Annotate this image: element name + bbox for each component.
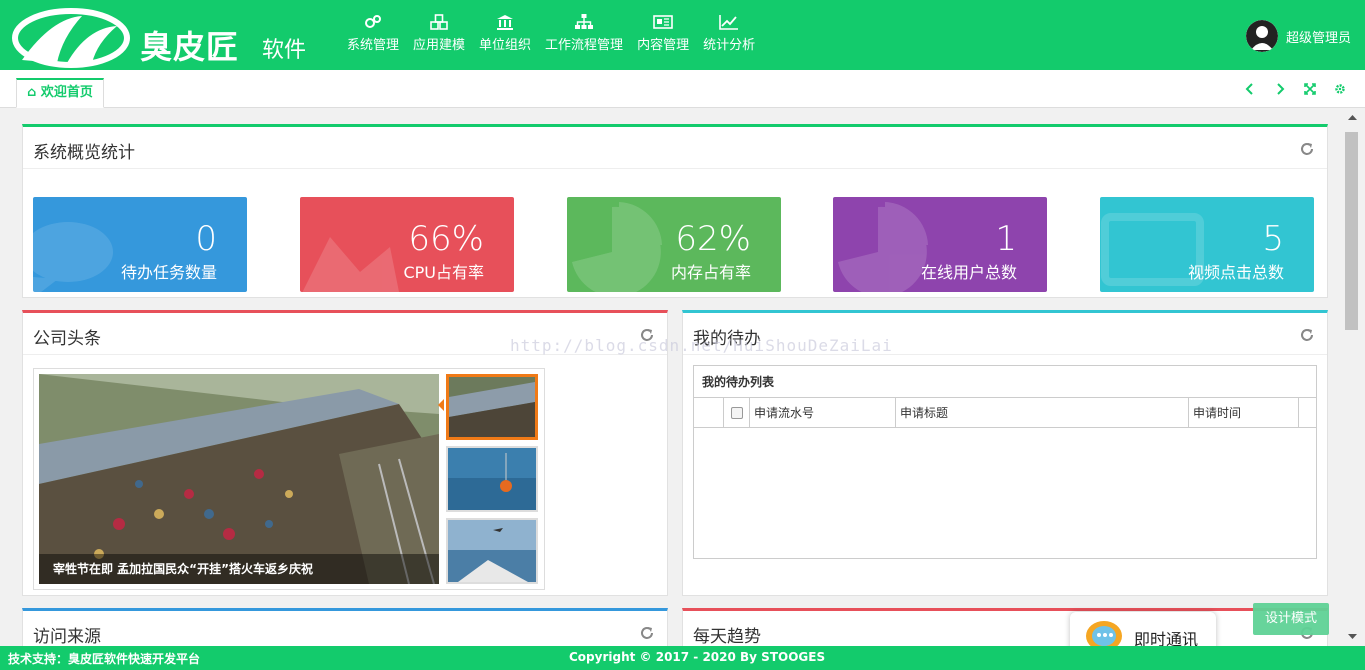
stat-value: 66% — [408, 219, 484, 259]
tab-tools — [1235, 82, 1355, 96]
panel-header: 系统概览统计 — [23, 127, 1327, 169]
line-chart-icon — [719, 15, 739, 30]
comments-icon — [33, 222, 113, 292]
scrollbar-thumb[interactable] — [1345, 132, 1358, 330]
nav-app-modeling[interactable]: 应用建模 — [406, 14, 472, 64]
stat-label: 待办任务数量 — [120, 263, 217, 282]
nav-content-management[interactable]: 内容管理 — [630, 14, 696, 64]
news-thumbnail[interactable] — [446, 446, 538, 512]
footer: 技术支持：臭皮匠软件快速开发平台 Copyright © 2017 - 2020… — [0, 646, 1365, 670]
main-nav: 系统管理 应用建模 单位组织 工作流程管理 内容管理 统计分析 — [340, 14, 762, 64]
nav-label: 单位组织 — [479, 38, 532, 53]
footer-support-text: 技术支持：臭皮匠软件快速开发平台 — [8, 652, 201, 666]
tab-home[interactable]: ⌂ 欢迎首页 — [16, 78, 104, 108]
watermark: http://blog.csdn.net/HuiShouDeZaiLai — [510, 336, 893, 355]
row-number-header — [694, 398, 724, 427]
stat-value: 62% — [675, 219, 751, 259]
scroll-down-icon[interactable] — [1340, 630, 1365, 644]
stat-label: CPU占有率 — [403, 263, 484, 282]
panel-header: 访问来源 — [23, 611, 667, 646]
todo-table: 我的待办列表 申请流水号 申请标题 申请时间 — [693, 365, 1317, 559]
user-name: 超级管理员 — [1285, 30, 1351, 46]
stat-label: 内存占有率 — [670, 263, 751, 282]
column-header[interactable]: 申请时间 — [1189, 398, 1299, 427]
nav-label: 统计分析 — [703, 38, 756, 53]
area-chart-icon — [302, 237, 399, 292]
newspaper-icon — [653, 15, 673, 29]
nav-organization[interactable]: 单位组织 — [472, 14, 538, 64]
home-icon: ⌂ — [27, 85, 37, 100]
panel-title: 公司头条 — [33, 329, 101, 349]
column-spacer — [1299, 398, 1316, 427]
nav-workflow-management[interactable]: 工作流程管理 — [538, 14, 630, 64]
active-indicator — [438, 399, 444, 411]
news-thumbnail[interactable] — [446, 518, 538, 584]
fullscreen-button[interactable] — [1295, 82, 1325, 96]
news-caption: 宰牲节在即 孟加拉国民众“开挂”搭火车返乡庆祝 — [39, 554, 439, 584]
brand-name: 臭皮匠 — [140, 28, 240, 66]
vertical-scrollbar[interactable] — [1340, 108, 1365, 646]
scroll-up-icon[interactable] — [1340, 110, 1365, 124]
gear-icon — [1335, 84, 1345, 94]
design-mode-button[interactable]: 设计模式 — [1253, 603, 1329, 635]
stat-value: 0 — [195, 219, 217, 259]
pie-chart-icon — [572, 202, 662, 292]
chevron-right-icon — [1277, 83, 1285, 95]
refresh-icon[interactable] — [1299, 327, 1315, 343]
stat-label: 在线用户总数 — [920, 263, 1017, 282]
chevron-left-icon — [1245, 83, 1253, 95]
visits-panel: 访问来源 — [22, 608, 668, 646]
news-thumbnails — [446, 374, 538, 590]
panel-header: 每天趋势 — [683, 611, 1327, 646]
tab-bar: ⌂ 欢迎首页 — [0, 70, 1365, 108]
gears-icon — [365, 15, 381, 28]
column-header[interactable]: 申请标题 — [896, 398, 1189, 427]
news-thumbnail[interactable] — [446, 374, 538, 440]
nav-label: 应用建模 — [413, 38, 466, 53]
cubes-icon — [430, 14, 448, 30]
nav-label: 工作流程管理 — [545, 38, 624, 53]
panel-title: 系统概览统计 — [33, 143, 135, 163]
avatar — [1245, 20, 1278, 52]
todo-table-title: 我的待办列表 — [694, 366, 1316, 398]
brand-subtitle: 软件 — [262, 38, 307, 63]
stat-value: 1 — [995, 219, 1017, 259]
tab-home-label: 欢迎首页 — [40, 85, 93, 100]
select-all-checkbox[interactable] — [730, 406, 743, 419]
bank-icon — [497, 15, 514, 30]
tab-next-button[interactable] — [1265, 82, 1295, 96]
settings-button[interactable] — [1325, 82, 1355, 96]
stat-card-pending-tasks[interactable]: 0 待办任务数量 — [33, 197, 247, 292]
nav-label: 内容管理 — [637, 38, 690, 53]
nav-label: 系统管理 — [347, 38, 400, 53]
refresh-icon[interactable] — [1299, 141, 1315, 157]
logo — [12, 8, 130, 68]
sitemap-icon — [575, 14, 594, 29]
overview-panel: 系统概览统计 0 待办任务数量 66% CPU占有率 62% 内存占有率 1 在… — [22, 124, 1328, 298]
news-main-image[interactable]: 宰牲节在即 孟加拉国民众“开挂”搭火车返乡庆祝 — [39, 374, 439, 584]
stat-card-cpu[interactable]: 66% CPU占有率 — [300, 197, 514, 292]
refresh-icon[interactable] — [639, 625, 655, 641]
news-slider: 宰牲节在即 孟加拉国民众“开挂”搭火车返乡庆祝 — [33, 368, 545, 590]
main-content: 系统概览统计 0 待办任务数量 66% CPU占有率 62% 内存占有率 1 在… — [0, 108, 1340, 646]
column-header[interactable]: 申请流水号 — [750, 398, 896, 427]
user-menu[interactable]: 超级管理员 — [1245, 20, 1351, 52]
select-all-cell — [724, 398, 750, 427]
nav-statistics[interactable]: 统计分析 — [696, 14, 762, 64]
top-bar: 臭皮匠 软件 系统管理 应用建模 单位组织 工作流程管理 内容管理 统计分析 超… — [0, 0, 1365, 70]
panel-title: 每天趋势 — [693, 627, 761, 646]
stat-value: 5 — [1262, 219, 1284, 259]
footer-copyright: Copyright © 2017 - 2020 By STOOGES — [569, 650, 826, 664]
nav-system-management[interactable]: 系统管理 — [340, 14, 406, 64]
trend-panel: 每天趋势 — [682, 608, 1328, 646]
todo-table-header: 申请流水号 申请标题 申请时间 — [694, 398, 1316, 428]
stat-card-online-users[interactable]: 1 在线用户总数 — [833, 197, 1047, 292]
stat-label: 视频点击总数 — [1187, 263, 1284, 282]
panel-title: 访问来源 — [33, 627, 101, 646]
tab-prev-button[interactable] — [1235, 82, 1265, 96]
stat-card-video-clicks[interactable]: 5 视频点击总数 — [1100, 197, 1314, 292]
stat-card-memory[interactable]: 62% 内存占有率 — [567, 197, 781, 292]
expand-icon — [1304, 83, 1316, 95]
